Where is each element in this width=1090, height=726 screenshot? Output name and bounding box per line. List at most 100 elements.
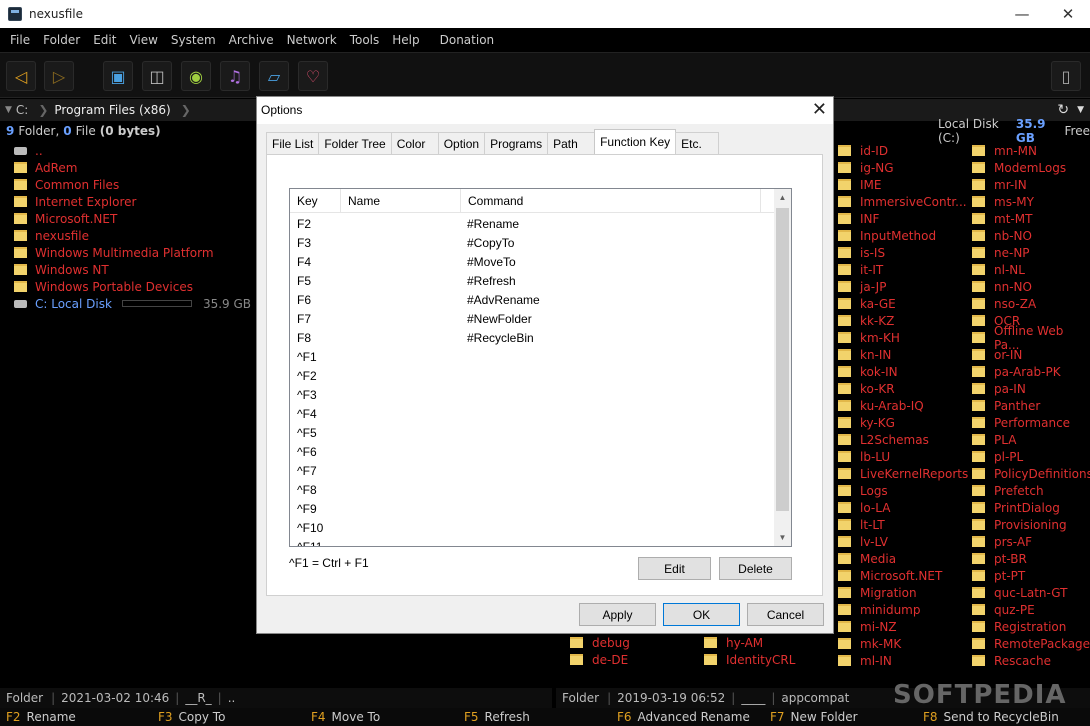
scroll-down-icon[interactable]: ▼ (774, 529, 791, 546)
list-item[interactable]: pt-BR (972, 550, 1027, 567)
list-item[interactable]: IdentityCRL (704, 651, 795, 668)
table-row[interactable]: F5 #Refresh (290, 272, 775, 291)
desktop-icon[interactable]: ▣ (103, 61, 133, 91)
delete-button[interactable]: Delete (719, 557, 792, 580)
list-item[interactable]: de-DE (570, 651, 628, 668)
table-row[interactable]: F4 #MoveTo (290, 253, 775, 272)
list-item[interactable]: ml-IN (838, 652, 892, 669)
table-row[interactable]: ^F2 (290, 367, 775, 386)
fkey-recycle[interactable]: F8 Send to RecycleBin (923, 710, 1059, 724)
list-item[interactable]: ImmersiveContr... (838, 193, 967, 210)
close-icon[interactable]: ✕ (812, 99, 827, 120)
favorites-icon[interactable]: ♡ (298, 61, 328, 91)
list-item[interactable]: Media (838, 550, 896, 567)
list-item[interactable]: nexusfile (14, 227, 89, 244)
table-row[interactable]: ^F6 (290, 443, 775, 462)
list-item[interactable]: Registration (972, 618, 1066, 635)
menu-file[interactable]: File (7, 33, 33, 47)
list-item[interactable]: kn-IN (838, 346, 891, 363)
list-item[interactable]: ms-MY (972, 193, 1034, 210)
menu-help[interactable]: Help (389, 33, 422, 47)
fkey-rename[interactable]: F2 Rename (6, 710, 76, 724)
list-item[interactable]: InputMethod (838, 227, 936, 244)
forward-icon[interactable]: ▷ (44, 61, 74, 91)
list-item[interactable]: Windows Multimedia Platform (14, 244, 214, 261)
list-item[interactable]: Windows NT (14, 261, 109, 278)
tab-programs[interactable]: Programs (484, 132, 549, 154)
list-item[interactable]: PLA (972, 431, 1016, 448)
list-item[interactable]: Provisioning (972, 516, 1067, 533)
menu-folder[interactable]: Folder (40, 33, 83, 47)
table-row[interactable]: ^F11 (290, 538, 775, 546)
cancel-button[interactable]: Cancel (747, 603, 824, 626)
list-item[interactable]: Internet Explorer (14, 193, 136, 210)
table-row[interactable]: ^F8 (290, 481, 775, 500)
list-item[interactable]: Microsoft.NET (14, 210, 117, 227)
pictures-icon[interactable]: ◉ (181, 61, 211, 91)
list-item[interactable]: Rescache (972, 652, 1051, 669)
ok-button[interactable]: OK (663, 603, 740, 626)
breadcrumb-path[interactable]: Program Files (x86) (54, 103, 170, 117)
list-item[interactable]: lo-LA (838, 499, 890, 516)
list-item[interactable]: lt-LT (838, 516, 885, 533)
list-item[interactable]: minidump (838, 601, 921, 618)
tab-path[interactable]: Path (547, 132, 596, 154)
table-row[interactable]: ^F4 (290, 405, 775, 424)
list-item[interactable]: or-IN (972, 346, 1022, 363)
table-row[interactable]: F3 #CopyTo (290, 234, 775, 253)
table-row[interactable]: ^F5 (290, 424, 775, 443)
folder-shortcut-icon[interactable]: ▱ (259, 61, 289, 91)
column-command[interactable]: Command (461, 189, 761, 213)
list-item[interactable]: ka-GE (838, 295, 896, 312)
table-row[interactable]: F8 #RecycleBin (290, 329, 775, 348)
list-item[interactable]: it-IT (838, 261, 883, 278)
dropdown-icon[interactable]: ▼ (1077, 105, 1084, 115)
list-item[interactable]: pt-PT (972, 567, 1025, 584)
list-item[interactable]: mi-NZ (838, 618, 897, 635)
scroll-thumb[interactable] (776, 208, 789, 511)
list-item[interactable]: quc-Latn-GT (972, 584, 1067, 601)
table-row[interactable]: ^F1 (290, 348, 775, 367)
fkey-refresh[interactable]: F5 Refresh (464, 710, 530, 724)
list-item[interactable]: ky-KG (838, 414, 895, 431)
list-item[interactable]: mk-MK (838, 635, 901, 652)
list-item[interactable]: mt-MT (972, 210, 1032, 227)
tab-function-key[interactable]: Function Key (594, 129, 677, 154)
list-item[interactable]: hy-AM (704, 634, 763, 651)
list-item[interactable]: pl-PL (972, 448, 1023, 465)
list-item[interactable]: debug (570, 634, 630, 651)
table-row[interactable]: F6 #AdvRename (290, 291, 775, 310)
list-item[interactable]: AdRem (14, 159, 78, 176)
list-item[interactable]: nb-NO (972, 227, 1032, 244)
close-window-button[interactable]: ✕ (1046, 0, 1090, 28)
list-item[interactable]: Offline Web Pa... (972, 324, 1090, 352)
tab-option[interactable]: Option (437, 132, 486, 154)
list-item[interactable]: km-KH (838, 329, 900, 346)
list-item[interactable]: pa-Arab-PK (972, 363, 1061, 380)
list-item[interactable]: LiveKernelReports (838, 465, 968, 482)
list-item[interactable]: pa-IN (972, 380, 1026, 397)
table-row[interactable]: F7 #NewFolder (290, 310, 775, 329)
menu-donation[interactable]: Donation (437, 33, 498, 47)
fkey-new-folder[interactable]: F7 New Folder (770, 710, 858, 724)
list-item[interactable]: Microsoft.NET (838, 567, 942, 584)
list-item[interactable]: Migration (838, 584, 917, 601)
list-item[interactable]: kk-KZ (838, 312, 894, 329)
function-key-list[interactable]: Key Name Command F2 #Rename F3 #CopyTo F4 #Mo… (289, 188, 792, 547)
edit-button[interactable]: Edit (638, 557, 711, 580)
list-item[interactable]: ne-NP (972, 244, 1030, 261)
list-item[interactable]: nso-ZA (972, 295, 1036, 312)
list-item[interactable]: id-ID (838, 142, 888, 159)
list-item[interactable]: ig-NG (838, 159, 894, 176)
list-item[interactable]: IME (838, 176, 881, 193)
menu-view[interactable]: View (126, 33, 160, 47)
menu-edit[interactable]: Edit (90, 33, 119, 47)
list-item[interactable]: ko-KR (838, 380, 895, 397)
list-item[interactable]: is-IS (838, 244, 885, 261)
list-item[interactable]: .. (14, 142, 43, 159)
list-item[interactable]: quz-PE (972, 601, 1035, 618)
list-item[interactable]: lb-LU (838, 448, 890, 465)
table-row[interactable]: ^F9 (290, 500, 775, 519)
table-row[interactable]: ^F3 (290, 386, 775, 405)
list-item[interactable]: mr-IN (972, 176, 1027, 193)
